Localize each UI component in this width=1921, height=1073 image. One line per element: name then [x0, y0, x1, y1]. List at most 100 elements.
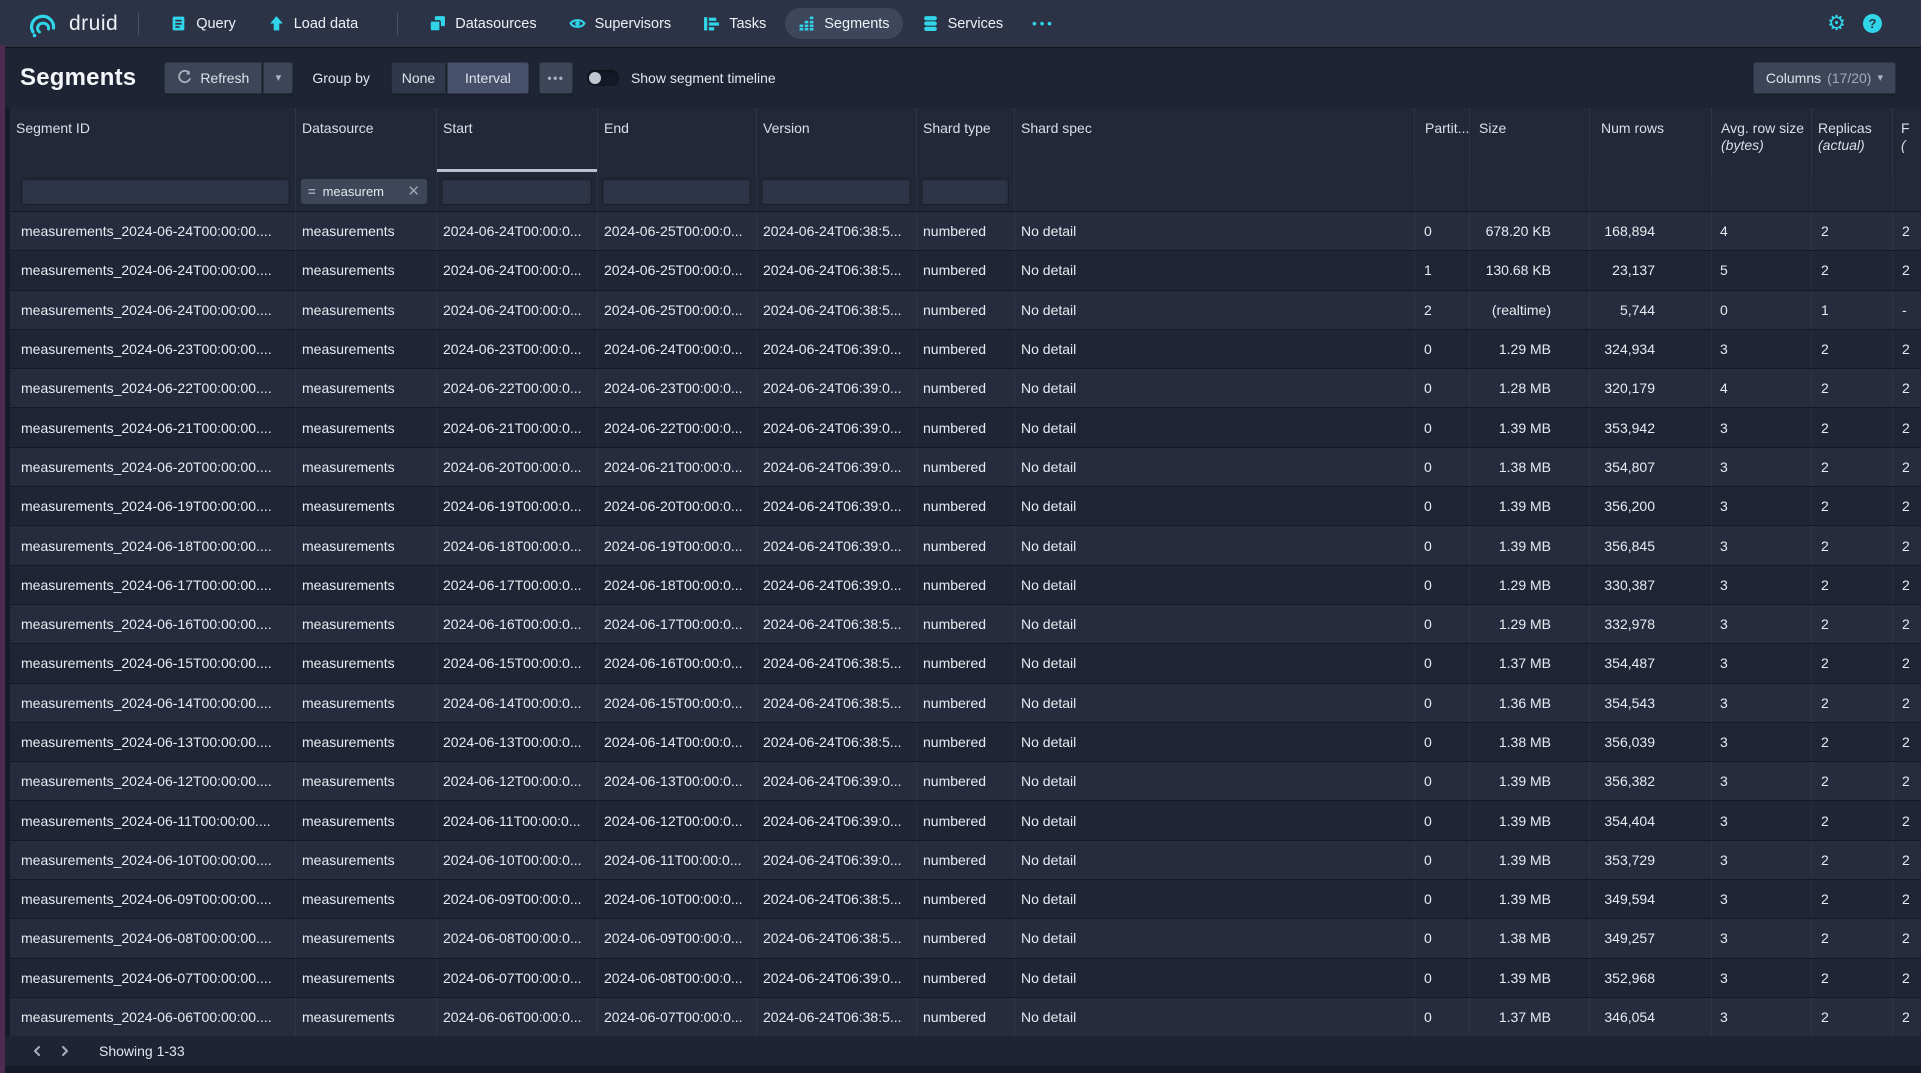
cell-shard-spec: No detail: [1015, 448, 1415, 486]
table-row[interactable]: measurements_2024-06-07T00:00:00.... mea…: [10, 958, 1921, 997]
table-row[interactable]: measurements_2024-06-10T00:00:00.... mea…: [10, 840, 1921, 879]
cell-end: 2024-06-22T00:00:0...: [598, 408, 757, 446]
table-row[interactable]: measurements_2024-06-24T00:00:00.... mea…: [10, 290, 1921, 329]
table-filter-row: = measurem ✕: [10, 172, 1921, 211]
cell-avg-row-size: 3: [1712, 762, 1812, 800]
column-header-partition[interactable]: Partit...: [1415, 108, 1470, 172]
group-by-none-button[interactable]: None: [391, 62, 446, 94]
columns-button[interactable]: Columns (17/20) ▾: [1753, 62, 1896, 94]
datasource-filter-tag[interactable]: = measurem ✕: [301, 179, 427, 204]
column-header-shard-type[interactable]: Shard type: [917, 108, 1015, 172]
cell-replicas: 2: [1812, 644, 1893, 682]
toolbar-more-button[interactable]: •••: [539, 62, 573, 94]
column-header-segment-id[interactable]: Segment ID: [10, 108, 296, 172]
table-row[interactable]: measurements_2024-06-20T00:00:00.... mea…: [10, 447, 1921, 486]
nav-item-datasources[interactable]: Datasources: [416, 8, 549, 39]
table-row[interactable]: measurements_2024-06-23T00:00:00.... mea…: [10, 329, 1921, 368]
cell-datasource: measurements: [296, 408, 437, 446]
cell-segment-id: measurements_2024-06-21T00:00:00....: [10, 408, 296, 446]
nav-item-supervisors[interactable]: Supervisors: [556, 8, 685, 39]
column-header-num-rows[interactable]: Num rows: [1590, 108, 1712, 172]
cell-shard-spec: No detail: [1015, 762, 1415, 800]
cell-num-rows: 5,744: [1590, 291, 1712, 329]
column-header-replicas[interactable]: Replicas(actual): [1812, 108, 1893, 172]
table-row[interactable]: measurements_2024-06-18T00:00:00.... mea…: [10, 525, 1921, 564]
table-row[interactable]: measurements_2024-06-19T00:00:00.... mea…: [10, 486, 1921, 525]
cell-num-rows: 356,039: [1590, 723, 1712, 761]
cell-version: 2024-06-24T06:39:0...: [757, 448, 917, 486]
refresh-caret-button[interactable]: ▾: [263, 62, 293, 94]
cell-shard-spec: No detail: [1015, 880, 1415, 918]
cell-num-rows: 356,200: [1590, 487, 1712, 525]
nav-item-query[interactable]: Query: [157, 8, 249, 39]
table-row[interactable]: measurements_2024-06-24T00:00:00.... mea…: [10, 250, 1921, 289]
cell-avg-row-size: 5: [1712, 251, 1812, 289]
filter-input-version[interactable]: [761, 178, 911, 205]
table-row[interactable]: measurements_2024-06-13T00:00:00.... mea…: [10, 722, 1921, 761]
group-by-interval-button[interactable]: Interval: [447, 62, 529, 94]
table-body: measurements_2024-06-24T00:00:00.... mea…: [10, 211, 1921, 1036]
next-page-button[interactable]: [55, 1040, 75, 1062]
cell-num-rows: 168,894: [1590, 212, 1712, 250]
table-row[interactable]: measurements_2024-06-22T00:00:00.... mea…: [10, 368, 1921, 407]
column-header-avg-row-size[interactable]: Avg. row size(bytes): [1712, 108, 1812, 172]
cell-replicas: 2: [1812, 526, 1893, 564]
table-row[interactable]: measurements_2024-06-17T00:00:00.... mea…: [10, 565, 1921, 604]
cell-version: 2024-06-24T06:39:0...: [757, 408, 917, 446]
table-row[interactable]: measurements_2024-06-21T00:00:00.... mea…: [10, 407, 1921, 446]
cell-replicas: 1: [1812, 291, 1893, 329]
gear-icon[interactable]: ⚙: [1827, 13, 1846, 34]
table-row[interactable]: measurements_2024-06-24T00:00:00.... mea…: [10, 211, 1921, 250]
cell-start: 2024-06-10T00:00:0...: [437, 841, 598, 879]
nav-item-segments[interactable]: Segments: [785, 8, 902, 39]
cell-end: 2024-06-16T00:00:0...: [598, 644, 757, 682]
remove-filter-icon[interactable]: ✕: [407, 184, 420, 199]
filter-input-shard-type[interactable]: [921, 178, 1009, 205]
help-icon[interactable]: ?: [1863, 14, 1882, 33]
cell-segment-id: measurements_2024-06-06T00:00:00....: [10, 998, 296, 1036]
column-header-size[interactable]: Size: [1470, 108, 1590, 172]
table-row[interactable]: measurements_2024-06-06T00:00:00.... mea…: [10, 997, 1921, 1036]
column-header-end[interactable]: End: [598, 108, 757, 172]
table-row[interactable]: measurements_2024-06-11T00:00:00.... mea…: [10, 800, 1921, 839]
table-row[interactable]: measurements_2024-06-16T00:00:00.... mea…: [10, 604, 1921, 643]
nav-item-tasks[interactable]: Tasks: [690, 8, 779, 39]
cell-start: 2024-06-12T00:00:0...: [437, 762, 598, 800]
cell-avg-row-size: 3: [1712, 801, 1812, 839]
cell-num-rows: 324,934: [1590, 330, 1712, 368]
filter-input-start[interactable]: [441, 178, 592, 205]
column-header-shard-spec[interactable]: Shard spec: [1015, 108, 1415, 172]
table-row[interactable]: measurements_2024-06-12T00:00:00.... mea…: [10, 761, 1921, 800]
nav-item-services[interactable]: Services: [909, 8, 1017, 39]
cell-start: 2024-06-24T00:00:0...: [437, 212, 598, 250]
toggle-knob: [589, 72, 601, 84]
segment-timeline-toggle[interactable]: [587, 70, 619, 86]
cell-partition: 0: [1415, 644, 1470, 682]
nav-divider: [397, 13, 398, 35]
cell-replication-factor: 2: [1893, 801, 1921, 839]
cell-partition: 0: [1415, 448, 1470, 486]
cell-avg-row-size: 3: [1712, 644, 1812, 682]
column-header-version[interactable]: Version: [757, 108, 917, 172]
cell-size: 1.39 MB: [1470, 408, 1590, 446]
table-row[interactable]: measurements_2024-06-09T00:00:00.... mea…: [10, 879, 1921, 918]
column-header-replication-factor[interactable]: F(: [1893, 108, 1921, 172]
filter-input-end[interactable]: [602, 178, 751, 205]
column-header-start[interactable]: Start: [437, 108, 598, 172]
table-row[interactable]: measurements_2024-06-15T00:00:00.... mea…: [10, 643, 1921, 682]
cell-datasource: measurements: [296, 880, 437, 918]
cell-version: 2024-06-24T06:38:5...: [757, 684, 917, 722]
table-row[interactable]: measurements_2024-06-08T00:00:00.... mea…: [10, 918, 1921, 957]
column-header-datasource[interactable]: Datasource: [296, 108, 437, 172]
filter-input-segment-id[interactable]: [21, 178, 290, 205]
previous-page-button[interactable]: [27, 1040, 47, 1062]
nav-more-button[interactable]: •••: [1022, 9, 1065, 38]
table-row[interactable]: measurements_2024-06-14T00:00:00.... mea…: [10, 683, 1921, 722]
cell-shard-spec: No detail: [1015, 330, 1415, 368]
top-nav: druid Query Load data Datasources: [0, 0, 1921, 47]
refresh-button[interactable]: Refresh: [164, 62, 262, 94]
druid-logo[interactable]: druid: [26, 9, 118, 39]
nav-item-load-data[interactable]: Load data: [255, 8, 372, 39]
cell-avg-row-size: 3: [1712, 526, 1812, 564]
cell-shard-spec: No detail: [1015, 526, 1415, 564]
